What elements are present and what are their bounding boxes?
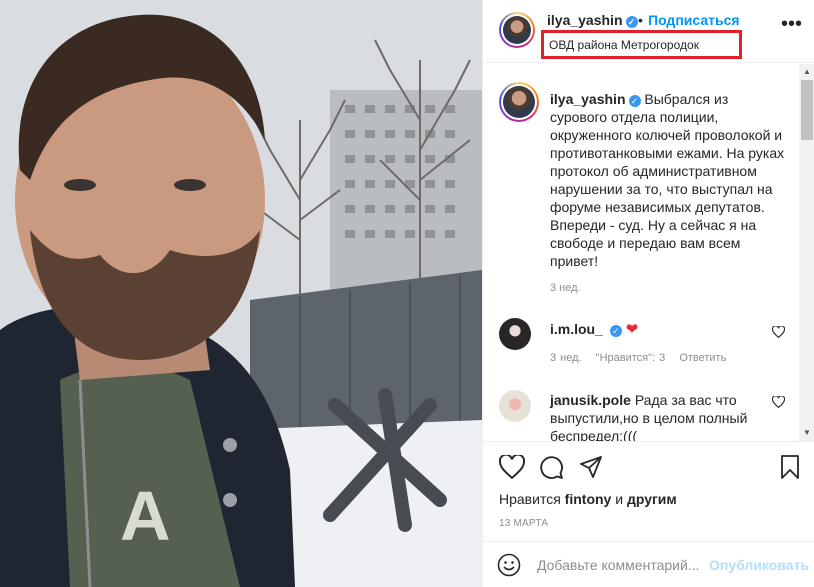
comment-icon[interactable] xyxy=(539,455,564,480)
comment-input[interactable] xyxy=(537,554,707,576)
likes-summary: Нравится fintony и другим xyxy=(499,491,677,507)
bookmark-icon[interactable] xyxy=(779,455,801,479)
post-header: ilya_yashin ✓ • Подписаться ОВД района Ме… xyxy=(483,0,814,63)
comments-scrollbar[interactable]: ▲ ▼ xyxy=(799,64,814,441)
verified-icon: ✓ xyxy=(628,95,641,107)
publish-button[interactable]: Опубликовать xyxy=(709,557,809,573)
comment-likes-count[interactable]: "Нравится": 3 xyxy=(596,352,666,364)
scroll-up-icon[interactable]: ▲ xyxy=(803,67,811,76)
comment-username[interactable]: janusik.pole xyxy=(550,392,631,408)
red-heart-emoji-icon: ❤ xyxy=(625,321,639,338)
scroll-down-icon[interactable]: ▼ xyxy=(803,428,811,437)
verified-icon: ✓ xyxy=(609,325,622,337)
comment-avatar[interactable] xyxy=(499,318,531,350)
caption-username[interactable]: ilya_yashin xyxy=(550,91,626,107)
caption-text: Выбрался из сурового отдела полиции, окр… xyxy=(550,91,785,269)
comment-composer: Опубликовать xyxy=(483,541,814,587)
comment-heart-icon[interactable] xyxy=(772,326,785,338)
reply-button[interactable]: Ответить xyxy=(679,352,726,364)
likes-user-link[interactable]: fintony xyxy=(565,491,612,507)
post-actions: Нравится fintony и другим 13 МАРТА xyxy=(483,441,814,541)
comment-avatar[interactable] xyxy=(499,390,531,422)
location-link[interactable]: ОВД района Метрогородок xyxy=(541,30,742,59)
emoji-icon[interactable] xyxy=(497,553,521,577)
heart-icon[interactable] xyxy=(499,455,525,479)
post-photo: A xyxy=(0,0,482,587)
author-username[interactable]: ilya_yashin ✓ xyxy=(547,12,638,28)
likes-others-link[interactable]: другим xyxy=(627,491,677,507)
likes-prefix: Нравится xyxy=(499,491,561,507)
verified-icon: ✓ xyxy=(625,16,638,28)
post-caption: ilya_yashin ✓ Выбрался из сурового отдела… xyxy=(550,90,788,270)
likes-conjunction: и xyxy=(615,491,624,507)
list-item: janusik.pole Рада за вас что выпустили,н… xyxy=(550,391,780,441)
comments-list: ilya_yashin ✓ Выбрался из сурового отдела… xyxy=(483,64,814,441)
more-icon[interactable]: ••• xyxy=(781,14,802,34)
comment-meta: 3 нед. "Нравится": 3 Ответить xyxy=(550,352,736,364)
scrollbar-thumb[interactable] xyxy=(801,80,813,140)
caption-avatar[interactable] xyxy=(499,82,539,122)
post-panel: ilya_yashin ✓ • Подписаться ОВД района Ме… xyxy=(482,0,814,587)
comment-heart-icon[interactable] xyxy=(772,396,785,408)
post-date[interactable]: 13 МАРТА xyxy=(499,518,548,529)
comment-username[interactable]: i.m.lou_ xyxy=(550,321,603,337)
comment-timestamp[interactable]: 3 нед. xyxy=(550,352,582,364)
separator-dot: • xyxy=(638,12,643,28)
svg-text:A: A xyxy=(120,477,171,555)
share-icon[interactable] xyxy=(579,455,603,479)
list-item: i.m.lou_ ✓ ❤ xyxy=(550,320,780,339)
follow-button[interactable]: Подписаться xyxy=(648,12,740,28)
caption-timestamp[interactable]: 3 нед. xyxy=(550,282,581,294)
author-avatar[interactable] xyxy=(499,12,535,48)
